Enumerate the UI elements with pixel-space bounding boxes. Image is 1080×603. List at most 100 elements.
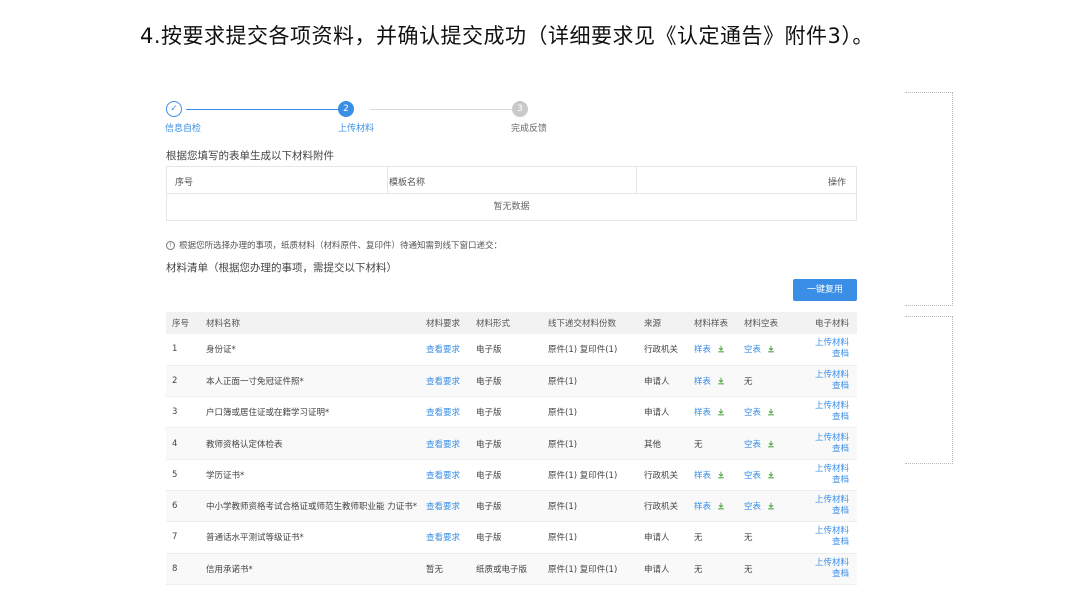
notice-row: ! 根据您所选择办理的事项，纸质材料（材料原件、复印件）待通知需到线下窗口递交：: [166, 239, 502, 251]
download-icon[interactable]: [717, 345, 725, 353]
material-source: 申请人: [638, 553, 688, 585]
sample-form-link[interactable]: 样表: [694, 408, 711, 418]
view-requirement-link[interactable]: 查看要求: [426, 533, 460, 543]
blank-form-link[interactable]: 空表: [744, 471, 761, 481]
view-file-link[interactable]: 查档: [814, 381, 849, 392]
material-row: 1 身份证* 查看要求 电子版 原件(1) 复印件(1) 行政机关 样表 空表 上传材料 查档: [166, 334, 857, 366]
material-source: 行政机关: [638, 490, 688, 523]
template-table: 序号 模板名称 操作 暂无数据: [166, 166, 857, 221]
step-connector-2: [370, 109, 526, 110]
material-row: 3 户口簿或居住证或在籍学习证明* 查看要求 电子版 原件(1) 申请人 样表 空表 上传材料查…: [166, 396, 857, 429]
download-icon[interactable]: [767, 440, 775, 448]
download-icon[interactable]: [717, 502, 725, 510]
sample-form-link[interactable]: 样表: [694, 377, 711, 387]
material-row: 6 中小学教师资格考试合格证或师范生教师职业能 力证书* 查看要求 电子版 原件(1) 行…: [166, 490, 857, 523]
view-file-link[interactable]: 查档: [814, 506, 849, 517]
blank-form-link[interactable]: 空表: [744, 408, 761, 418]
blank-none-text: 无: [744, 533, 753, 544]
upload-material-link[interactable]: 上传材料: [814, 464, 849, 475]
blank-form-link[interactable]: 空表: [744, 345, 761, 355]
row-no: 6: [166, 490, 200, 523]
upload-material-link[interactable]: 上传材料: [814, 526, 849, 537]
view-requirement-link[interactable]: 查看要求: [426, 345, 460, 355]
step-1-label[interactable]: 信息自检: [165, 121, 201, 134]
col-header-template-name: 模板名称: [389, 178, 426, 188]
step-1-check-icon: ✓: [166, 101, 182, 117]
upload-material-link[interactable]: 上传材料: [814, 558, 849, 569]
template-empty-text: 暂无数据: [493, 202, 530, 212]
download-icon[interactable]: [767, 408, 775, 416]
upload-material-link[interactable]: 上传材料: [814, 401, 849, 412]
view-file-link[interactable]: 查档: [814, 349, 849, 360]
material-copies: 原件(1): [542, 490, 638, 523]
row-no: 3: [166, 396, 200, 429]
material-source: 行政机关: [638, 334, 688, 366]
materials-table: 序号 材料名称 材料要求 材料形式 线下递交材料份数 来源 材料样表 材料空表 …: [166, 312, 857, 585]
material-name: 身份证*: [200, 334, 420, 366]
col-no: 序号: [166, 312, 200, 334]
material-name: 教师资格认定体检表: [200, 427, 420, 460]
sample-none-text: 无: [694, 564, 703, 575]
upload-material-link[interactable]: 上传材料: [814, 338, 849, 349]
material-source: 行政机关: [638, 459, 688, 491]
col-sample: 材料样表: [688, 312, 738, 334]
blank-none-text: 无: [744, 564, 753, 575]
upload-material-link[interactable]: 上传材料: [814, 433, 849, 444]
download-icon[interactable]: [767, 502, 775, 510]
materials-section-title: 材料清单（根据您办理的事项，需提交以下材料）: [166, 262, 397, 274]
progress-steps: ✓ 信息自检 2 上传材料 3 完成反馈: [165, 100, 726, 134]
upload-material-link[interactable]: 上传材料: [814, 370, 849, 381]
material-row: 4 教师资格认定体检表 查看要求 电子版 原件(1) 其他无 空表 上传材料 查档: [166, 427, 857, 460]
material-row: 2 本人正面一寸免冠证件照* 查看要求 电子版 原件(1) 申请人 样表 无 上传材料 查档: [166, 365, 857, 398]
blank-form-link[interactable]: 空表: [744, 502, 761, 512]
view-requirement-link[interactable]: 查看要求: [426, 377, 460, 387]
step-connector-1: [186, 109, 346, 110]
material-form: 纸质或电子版: [470, 553, 542, 585]
material-row: 8 信用承诺书* 暂无 纸质或电子版 原件(1) 复印件(1) 申请人无无上传材料 查档: [166, 553, 857, 585]
requirement-text: 暂无: [426, 564, 444, 575]
col-blank: 材料空表: [738, 312, 808, 334]
sample-form-link[interactable]: 样表: [694, 471, 711, 481]
view-requirement-link[interactable]: 查看要求: [426, 408, 460, 418]
material-form: 电子版: [470, 334, 542, 366]
col-electronic: 电子材料: [808, 312, 857, 334]
row-no: 4: [166, 427, 200, 460]
col-source: 来源: [638, 312, 688, 334]
sample-form-link[interactable]: 样表: [694, 502, 711, 512]
material-form: 电子版: [470, 396, 542, 429]
view-file-link[interactable]: 查档: [814, 475, 849, 486]
row-no: 1: [166, 334, 200, 366]
view-requirement-link[interactable]: 查看要求: [426, 440, 460, 450]
view-file-link[interactable]: 查档: [814, 537, 849, 548]
download-icon[interactable]: [717, 377, 725, 385]
notice-text: 根据您所选择办理的事项，纸质材料（材料原件、复印件）待通知需到线下窗口递交：: [179, 241, 503, 251]
reuse-all-button[interactable]: 一键复用: [793, 279, 857, 301]
download-icon[interactable]: [767, 345, 775, 353]
sample-none-text: 无: [694, 533, 703, 544]
upload-panel: ✓ 信息自检 2 上传材料 3 完成反馈 根据您填写的表单生成以下材料附件 序号…: [150, 90, 890, 595]
material-form: 电子版: [470, 490, 542, 523]
download-icon[interactable]: [717, 408, 725, 416]
download-icon[interactable]: [767, 471, 775, 479]
step-2-label[interactable]: 上传材料: [338, 121, 374, 134]
blank-form-link[interactable]: 空表: [744, 440, 761, 450]
row-no: 8: [166, 553, 200, 585]
view-file-link[interactable]: 查档: [814, 444, 849, 455]
view-requirement-link[interactable]: 查看要求: [426, 502, 460, 512]
view-file-link[interactable]: 查档: [814, 412, 849, 423]
col-header-no: 序号: [175, 178, 194, 188]
template-table-header: 序号 模板名称 操作: [167, 167, 856, 194]
view-requirement-link[interactable]: 查看要求: [426, 471, 460, 481]
row-no: 7: [166, 521, 200, 554]
material-name: 信用承诺书*: [200, 553, 420, 585]
material-name: 学历证书*: [200, 459, 420, 491]
upload-material-link[interactable]: 上传材料: [814, 495, 849, 506]
page-heading: 4.按要求提交各项资料，并确认提交成功（详细要求见《认定通告》附件3）。: [140, 24, 874, 48]
download-icon[interactable]: [717, 471, 725, 479]
view-file-link[interactable]: 查档: [814, 569, 849, 580]
material-name: 普通话水平测试等级证书*: [200, 521, 420, 554]
decor-dashed-box-bottom: [905, 316, 953, 464]
sample-form-link[interactable]: 样表: [694, 345, 711, 355]
row-no: 5: [166, 459, 200, 491]
material-source: 申请人: [638, 396, 688, 429]
